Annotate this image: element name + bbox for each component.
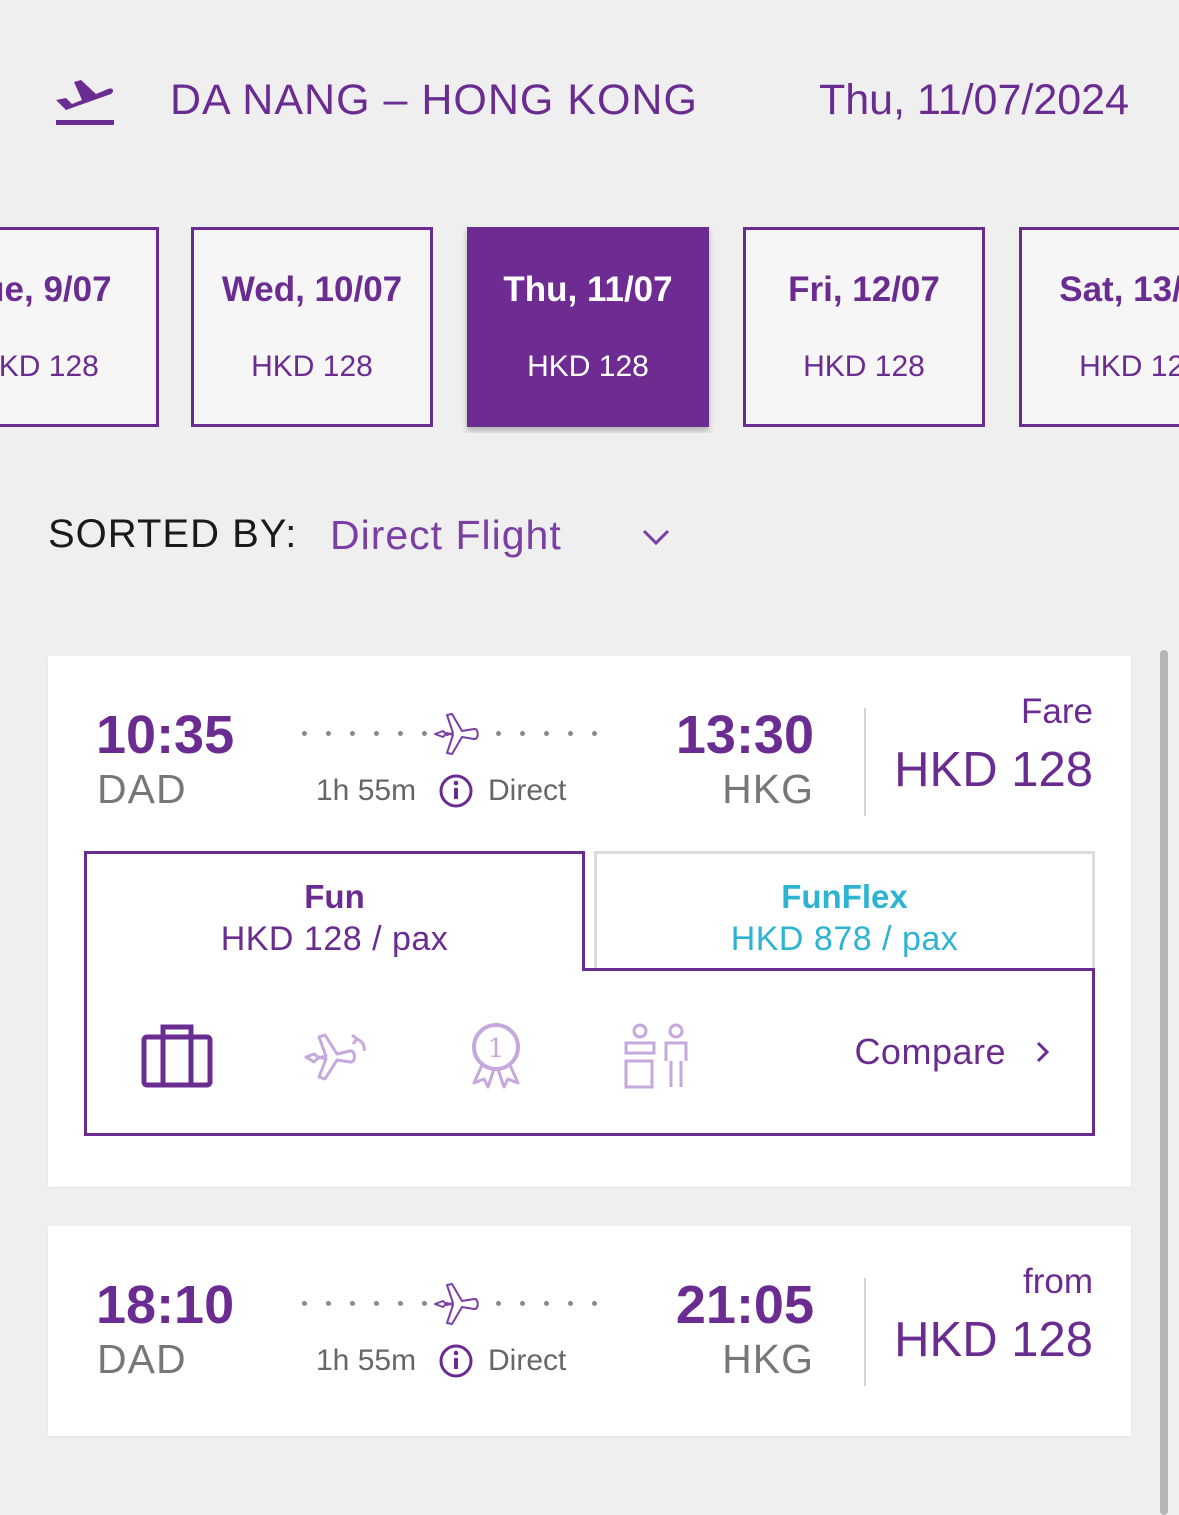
chevron-down-icon[interactable] [638, 518, 674, 554]
chevron-right-icon [1036, 1041, 1050, 1063]
date-option-price: HKD 128 [0, 350, 99, 383]
info-icon[interactable] [438, 1343, 474, 1379]
scrollbar[interactable] [1160, 650, 1168, 1515]
fare-price: HKD 128 [894, 1313, 1093, 1367]
svg-text:1: 1 [488, 1034, 505, 1064]
fare-tab-funflex[interactable]: FunFlex HKD 878 / pax [594, 851, 1095, 969]
departure-airport: DAD [97, 1336, 187, 1382]
date-option-price: HKD 128 [1079, 350, 1179, 383]
flight-stops: Direct [488, 1344, 567, 1377]
date-option-price: HKD 128 [803, 350, 925, 383]
divider [864, 708, 866, 816]
departure-plane-icon [56, 80, 114, 125]
plane-icon [434, 1283, 479, 1325]
fare-label: from [1023, 1262, 1093, 1301]
date-option[interactable]: Wed, 10/07 HKD 128 [191, 227, 433, 427]
date-option-date: Sat, 13/07 [1059, 270, 1179, 309]
fare-tab-price: HKD 878 / pax [730, 920, 959, 958]
date-option[interactable]: Fri, 12/07 HKD 128 [743, 227, 985, 427]
fare-benefits-panel: 1 Compare [84, 968, 1095, 1136]
date-option[interactable]: Tue, 9/07 HKD 128 [0, 227, 159, 427]
departure-time: 18:10 [96, 1275, 235, 1335]
fare-price: HKD 128 [894, 743, 1093, 797]
arrival-airport: HKG [722, 1336, 814, 1382]
flight-change-icon [304, 1033, 366, 1081]
fare-tab-fun[interactable]: Fun HKD 128 / pax [84, 851, 585, 971]
baggage-icon [141, 1024, 213, 1088]
flight-duration: 1h 55m [316, 1344, 417, 1377]
route-title: DA NANG – HONG KONG [170, 76, 698, 124]
arrival-airport: HKG [722, 766, 814, 812]
date-option-price: HKD 128 [527, 350, 649, 383]
date-option-date: Thu, 11/07 [503, 270, 673, 309]
travel-date: Thu, 11/07/2024 [818, 76, 1129, 124]
date-selector-strip[interactable]: Tue, 9/07 HKD 128 Wed, 10/07 HKD 128 Thu… [0, 227, 1179, 433]
divider [864, 1278, 866, 1386]
date-option-price: HKD 128 [251, 350, 373, 383]
fare-tab-price: HKD 128 / pax [220, 920, 449, 958]
route-header: DA NANG – HONG KONG Thu, 11/07/2024 [0, 60, 1179, 140]
departure-time: 10:35 [96, 705, 235, 765]
arrival-time: 21:05 [675, 1275, 814, 1335]
flight-stops: Direct [488, 774, 567, 807]
compare-link[interactable]: Compare [854, 1031, 1054, 1073]
date-option[interactable]: Sat, 13/07 HKD 128 [1019, 227, 1179, 427]
priority-badge-icon: 1 [472, 1023, 520, 1089]
plane-icon [434, 713, 479, 755]
flight-duration: 1h 55m [316, 774, 417, 807]
fare-tab-name: Fun [304, 878, 365, 915]
fare-tab-name: FunFlex [781, 878, 908, 915]
sort-label: SORTED BY: [48, 512, 298, 556]
date-option-date: Tue, 9/07 [0, 270, 112, 309]
date-option-selected[interactable]: Thu, 11/07 HKD 128 [467, 227, 709, 427]
compare-label: Compare [854, 1031, 1006, 1072]
flight-card[interactable]: 10:35 DAD 1h 55m Direct 13:30 HKG Fare H… [48, 656, 1131, 1187]
sort-select[interactable]: Direct Flight [330, 512, 562, 559]
date-option-date: Fri, 12/07 [788, 270, 940, 309]
departure-airport: DAD [97, 766, 187, 812]
info-icon[interactable] [438, 773, 474, 809]
date-option-date: Wed, 10/07 [221, 270, 403, 309]
arrival-time: 13:30 [675, 705, 814, 765]
check-in-counter-icon [624, 1023, 688, 1089]
fare-label: Fare [1021, 692, 1093, 731]
flight-card[interactable]: 18:10 DAD 1h 55m Direct 21:05 HKG from H… [48, 1226, 1131, 1436]
